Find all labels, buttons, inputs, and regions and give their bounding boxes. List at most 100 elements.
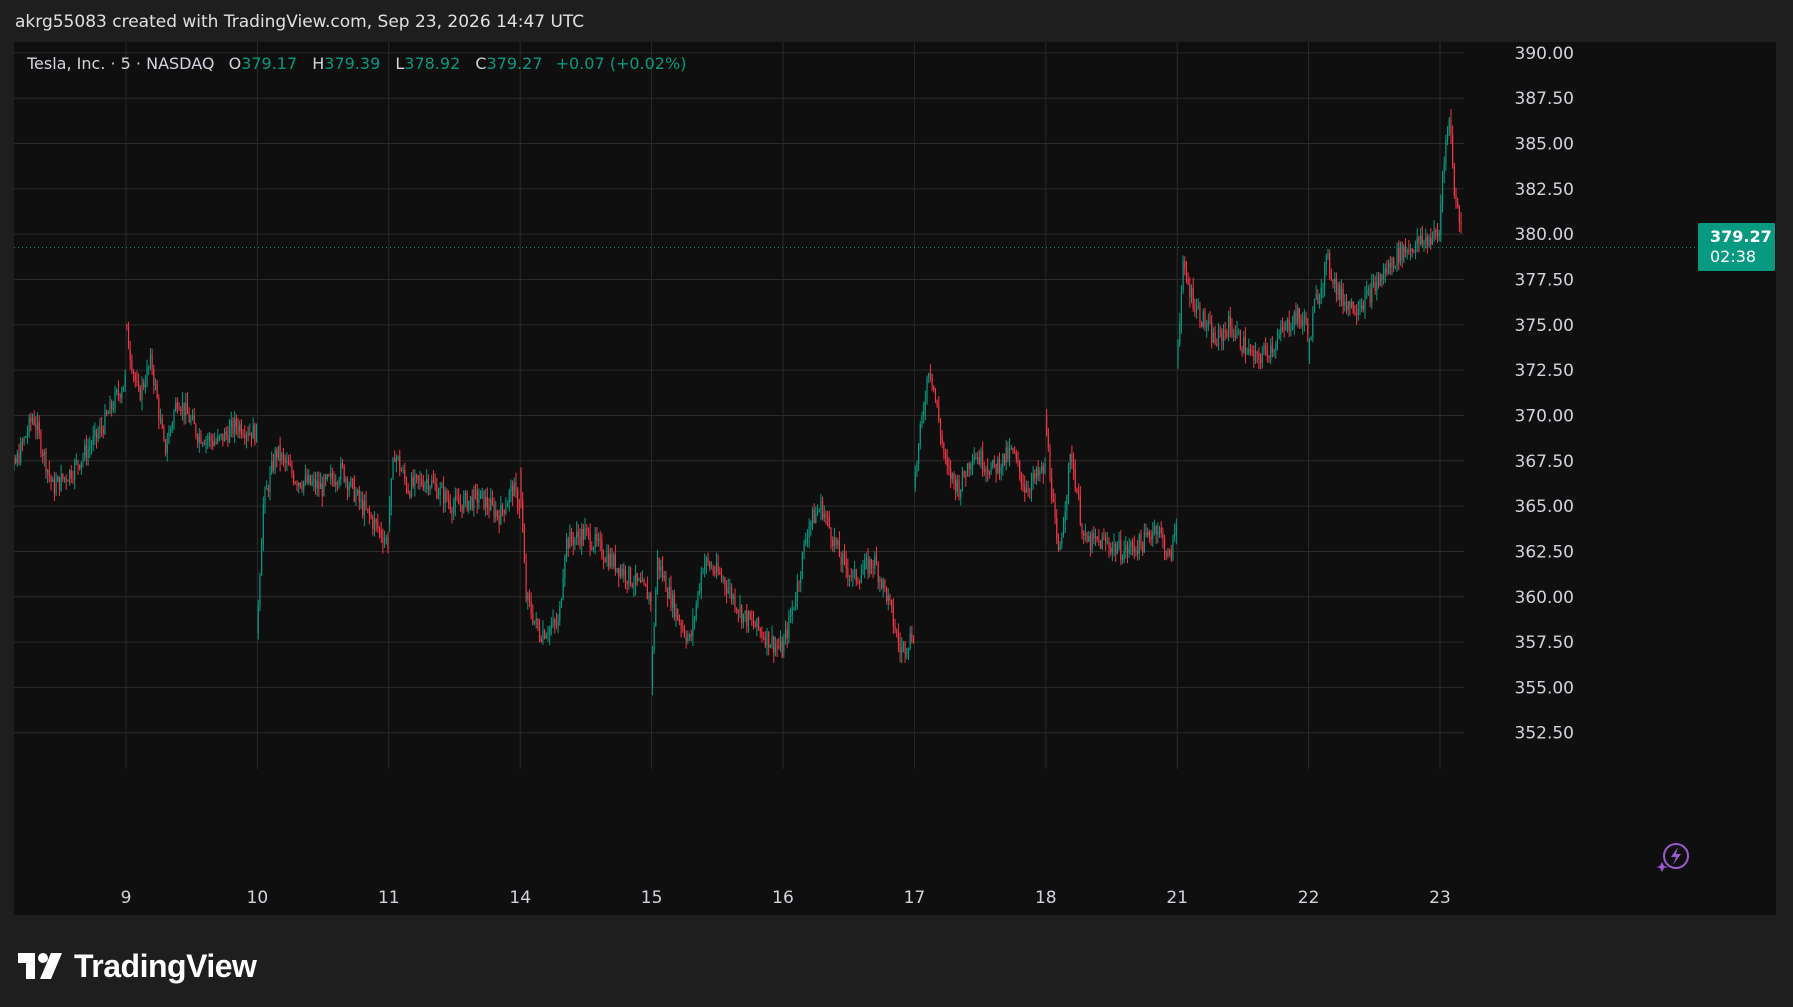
candle-body <box>628 567 630 584</box>
candle-body <box>193 415 195 425</box>
candle-body <box>1049 447 1051 479</box>
candle-body <box>331 473 333 480</box>
candle-body <box>1185 268 1188 280</box>
candle-body <box>673 594 675 618</box>
candle-body <box>1152 531 1154 540</box>
candle-body <box>569 531 571 549</box>
candle-body <box>43 451 45 456</box>
x-tick-label: 17 <box>904 888 926 908</box>
candle-body <box>14 458 15 469</box>
candle-body <box>1143 532 1145 553</box>
candle-body <box>874 555 876 568</box>
x-tick-label: 16 <box>772 888 794 908</box>
bar-countdown: 02:38 <box>1710 247 1757 267</box>
candle-body <box>1187 279 1189 285</box>
candle-body <box>1298 308 1300 319</box>
candle-body <box>1035 468 1038 479</box>
candle-body <box>30 417 32 423</box>
y-tick-label: 380.00 <box>1515 225 1574 245</box>
candle-body <box>50 475 52 482</box>
candle-body <box>1172 535 1174 560</box>
candle-body <box>665 575 667 592</box>
candle-body <box>1003 453 1006 463</box>
candle-body <box>869 559 871 574</box>
candle-body <box>990 466 992 475</box>
candle-body <box>1231 326 1233 337</box>
candle-body <box>417 475 419 480</box>
candle-body <box>845 557 847 569</box>
candle-body <box>21 442 23 444</box>
candle-body <box>1325 256 1327 266</box>
candle-body <box>709 561 711 569</box>
candle-body <box>963 471 965 477</box>
candle-body <box>42 453 44 456</box>
candle-body <box>141 382 143 401</box>
candle-body <box>1425 237 1427 241</box>
lightning-bolt-icon[interactable] <box>1656 840 1691 874</box>
candle-body <box>319 483 322 489</box>
candle-body <box>463 497 465 512</box>
symbol-label[interactable]: Tesla, Inc. · 5 · NASDAQ <box>27 54 214 73</box>
candle-body <box>697 591 699 605</box>
candle-body <box>859 582 861 583</box>
candle-body <box>597 538 600 541</box>
candle-body <box>1116 548 1118 554</box>
candle-body <box>291 465 293 474</box>
candle-body <box>1403 246 1405 261</box>
candle-body <box>223 431 226 442</box>
candle-body <box>328 474 330 476</box>
candle-body <box>1105 537 1107 543</box>
candle-body <box>1040 466 1043 472</box>
candle-body <box>341 462 344 466</box>
x-tick-label: 21 <box>1166 888 1188 908</box>
candle-body <box>828 517 830 528</box>
candle-body <box>1357 309 1359 315</box>
candle-body <box>891 599 893 607</box>
candle-body <box>1426 237 1428 246</box>
candle-body <box>732 595 734 599</box>
candle-body <box>1054 501 1056 518</box>
candle-body <box>239 424 241 432</box>
candle-body <box>483 490 485 509</box>
candle-body <box>255 423 258 443</box>
candle-body <box>1342 289 1344 306</box>
candle-body <box>1216 343 1218 346</box>
candle-body <box>1086 533 1088 542</box>
candle-body <box>149 354 152 367</box>
candle-body <box>431 480 433 487</box>
ohlc-legend[interactable]: Tesla, Inc. · 5 · NASDAQ O379.17 H379.39… <box>27 54 686 73</box>
candle-body <box>1440 204 1442 235</box>
price-axis: 390.00 387.50 385.00 382.50 380.00 377.50 375.… <box>1515 44 1574 744</box>
tradingview-brand[interactable]: TradingView <box>18 946 257 986</box>
candle-body <box>1022 483 1024 487</box>
candle-body <box>496 510 499 516</box>
candle-body <box>779 640 782 648</box>
candle-body <box>624 569 627 582</box>
candle-body <box>1189 284 1191 298</box>
candle-body <box>31 418 34 423</box>
candle-body <box>335 482 337 486</box>
candle-body <box>266 488 268 490</box>
candle-body <box>525 562 527 600</box>
candle-body <box>783 640 785 652</box>
candle-body <box>938 406 940 422</box>
price-chart[interactable]: 390.00 387.50 385.00 382.50 380.00 377.50 375.… <box>14 42 1776 915</box>
candle-body <box>1394 266 1396 268</box>
candle-body <box>793 606 795 609</box>
chart-pane[interactable]: 390.00 387.50 385.00 382.50 380.00 377.50 375.… <box>14 42 1776 915</box>
candle-body <box>486 496 488 507</box>
candle-body <box>725 586 728 593</box>
candle-body <box>303 481 305 490</box>
candle-body <box>1091 533 1093 550</box>
candle-body <box>387 537 389 549</box>
y-tick-label: 355.00 <box>1515 678 1574 698</box>
candle-body <box>382 537 384 544</box>
candle-body <box>611 554 613 566</box>
candle-body <box>80 461 82 469</box>
close-value: 379.27 <box>486 54 543 73</box>
open-value: 379.17 <box>241 54 298 73</box>
candle-body <box>1384 268 1386 275</box>
candle-body <box>116 390 118 393</box>
candle-body <box>805 541 807 544</box>
candle-body <box>1039 471 1041 476</box>
